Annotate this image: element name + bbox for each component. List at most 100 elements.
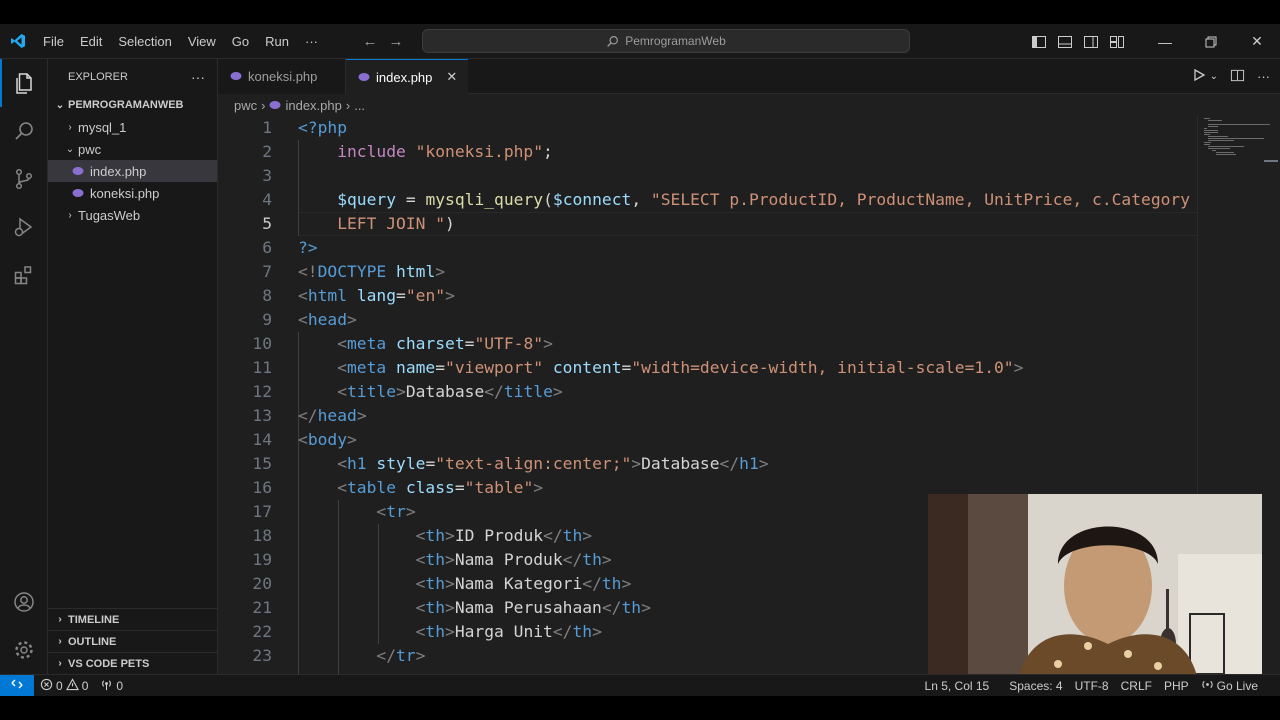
remote-indicator[interactable] <box>0 674 34 697</box>
menu-more[interactable]: ··· <box>297 24 326 59</box>
code-text: $query = mysqli_query($connect, "SELECT … <box>337 190 1191 209</box>
customize-layout-icon[interactable] <box>1104 24 1130 59</box>
code-line[interactable]: 12 <title>Database</title> <box>218 380 1280 404</box>
tab-index-php[interactable]: index.php ✕ <box>346 59 468 94</box>
code-line[interactable]: 7 <!DOCTYPE html> <box>218 260 1280 284</box>
code-line[interactable]: 6 ?> <box>218 236 1280 260</box>
back-arrow-icon[interactable]: ← <box>362 33 378 50</box>
run-file-icon[interactable] <box>1192 68 1206 85</box>
chevron-right-icon: › <box>68 121 72 133</box>
code-text: <meta charset="UTF-8"> <box>337 334 553 353</box>
split-editor-icon[interactable] <box>1230 68 1245 86</box>
outline-panel[interactable]: › OUTLINE <box>48 630 217 652</box>
tab-koneksi-php[interactable]: koneksi.php <box>218 59 346 94</box>
ports-indicator[interactable]: 0 <box>94 675 129 697</box>
problems-indicator[interactable]: 0 0 <box>34 675 94 697</box>
menu-go[interactable]: Go <box>224 24 257 59</box>
code-text: LEFT JOIN ") <box>337 214 455 233</box>
end-of-line[interactable]: CRLF <box>1115 675 1158 697</box>
tree-item-mysql_1[interactable]: › mysql_1 <box>48 116 217 138</box>
line-number: 11 <box>252 358 272 377</box>
restore-icon[interactable] <box>1188 24 1234 59</box>
code-text: ?> <box>298 238 318 257</box>
menu-file[interactable]: File <box>35 24 72 59</box>
explorer-sidebar: EXPLORER ··· ⌄ PEMROGRAMANWEB › mysql_1 … <box>48 59 218 674</box>
tree-item-tugasweb[interactable]: › TugasWeb <box>48 204 217 226</box>
menu-run[interactable]: Run <box>257 24 297 59</box>
line-number: 6 <box>262 238 272 257</box>
line-number: 19 <box>252 550 272 569</box>
tree-item-pwc[interactable]: ⌄ pwc <box>48 138 217 160</box>
command-center-search[interactable]: PemrogramanWeb <box>422 29 910 53</box>
code-line[interactable]: 13 </head> <box>218 404 1280 428</box>
go-live-button[interactable]: Go Live <box>1195 675 1264 697</box>
breadcrumb-file[interactable]: index.php <box>285 98 341 113</box>
toggle-secondary-sidebar-icon[interactable] <box>1078 24 1104 59</box>
indentation[interactable]: Spaces: 4 <box>1003 675 1068 697</box>
forward-arrow-icon[interactable]: → <box>388 33 404 50</box>
manage-gear-icon[interactable] <box>0 626 48 674</box>
vscode-pets-panel[interactable]: › VS CODE PETS <box>48 652 217 674</box>
cursor-position[interactable]: Ln 5, Col 15 <box>919 675 996 697</box>
code-text: <body> <box>298 430 357 449</box>
code-text: <table class="table"> <box>337 478 544 497</box>
chevron-right-icon: › <box>58 658 62 669</box>
run-and-debug-icon[interactable] <box>0 203 48 251</box>
code-text: <th>Nama Kategori</th> <box>415 574 632 593</box>
search-icon[interactable] <box>0 107 48 155</box>
status-right-group: Ln 5, Col 15 Spaces: 4 UTF-8 CRLF PHP Go… <box>919 675 1264 697</box>
breadcrumb-folder[interactable]: pwc <box>234 98 257 113</box>
language-mode[interactable]: PHP <box>1158 675 1195 697</box>
explorer-icon[interactable] <box>0 59 48 107</box>
code-line[interactable]: 9 <head> <box>218 308 1280 332</box>
broadcast-icon <box>1201 678 1214 694</box>
menu-view[interactable]: View <box>180 24 224 59</box>
code-line[interactable]: 10 <meta charset="UTF-8"> <box>218 332 1280 356</box>
line-number: 12 <box>252 382 272 401</box>
extensions-icon[interactable] <box>0 251 48 299</box>
line-number: 23 <box>252 646 272 665</box>
code-line[interactable]: 14 <body> <box>218 428 1280 452</box>
tree-item-koneksi-php[interactable]: koneksi.php <box>48 182 217 204</box>
menu-selection[interactable]: Selection <box>110 24 179 59</box>
timeline-panel[interactable]: › TIMELINE <box>48 608 217 630</box>
chevron-down-icon[interactable]: ⌄ <box>1210 71 1218 82</box>
more-actions-icon[interactable]: ··· <box>1257 69 1270 84</box>
code-line[interactable]: 15 <h1 style="text-align:center;">Databas… <box>218 452 1280 476</box>
code-line[interactable]: 2 include "koneksi.php"; <box>218 140 1280 164</box>
php-elephant-icon <box>70 166 86 176</box>
line-number: 22 <box>252 622 272 641</box>
code-line[interactable]: 1 <?php <box>218 116 1280 140</box>
breadcrumb: pwc › index.php › ... <box>218 94 1280 116</box>
menu-edit[interactable]: Edit <box>72 24 110 59</box>
code-line[interactable]: 3 <box>218 164 1280 188</box>
tree-item-index-php[interactable]: index.php <box>48 160 217 182</box>
code-line[interactable]: 4 $query = mysqli_query($connect, "SELECT… <box>218 188 1280 212</box>
warning-count: 0 <box>81 678 89 693</box>
status-bar: 0 0 0 Ln 5, Col 15 Spaces: 4 UTF-8 CRLF … <box>0 674 1280 697</box>
line-number: 1 <box>262 118 272 137</box>
breadcrumb-more[interactable]: ... <box>354 98 365 113</box>
tree-item-label: koneksi.php <box>90 185 160 201</box>
code-text: <head> <box>298 310 357 329</box>
close-tab-icon[interactable]: ✕ <box>446 69 457 85</box>
close-window-icon[interactable]: ✕ <box>1234 24 1280 59</box>
workspace-root[interactable]: ⌄ PEMROGRAMANWEB <box>48 94 217 116</box>
search-text: PemrogramanWeb <box>625 34 726 48</box>
toggle-panel-icon[interactable] <box>1052 24 1078 59</box>
code-text: <!DOCTYPE html> <box>298 262 446 281</box>
line-number: 18 <box>252 526 272 545</box>
accounts-icon[interactable] <box>0 578 48 626</box>
panel-label: TIMELINE <box>68 613 120 626</box>
encoding[interactable]: UTF-8 <box>1069 675 1115 697</box>
code-line[interactable]: 8 <html lang="en"> <box>218 284 1280 308</box>
minimize-icon[interactable]: — <box>1142 24 1188 59</box>
tab-label: index.php <box>376 69 433 85</box>
code-line[interactable]: 5 LEFT JOIN ") <box>218 212 1280 236</box>
toggle-primary-sidebar-icon[interactable] <box>1026 24 1052 59</box>
tree-item-label: mysql_1 <box>78 119 127 135</box>
code-text: <th>Harga Unit</th> <box>415 622 602 641</box>
source-control-icon[interactable] <box>0 155 48 203</box>
explorer-more-actions[interactable]: ··· <box>191 69 205 85</box>
code-line[interactable]: 11 <meta name="viewport" content="width=d… <box>218 356 1280 380</box>
